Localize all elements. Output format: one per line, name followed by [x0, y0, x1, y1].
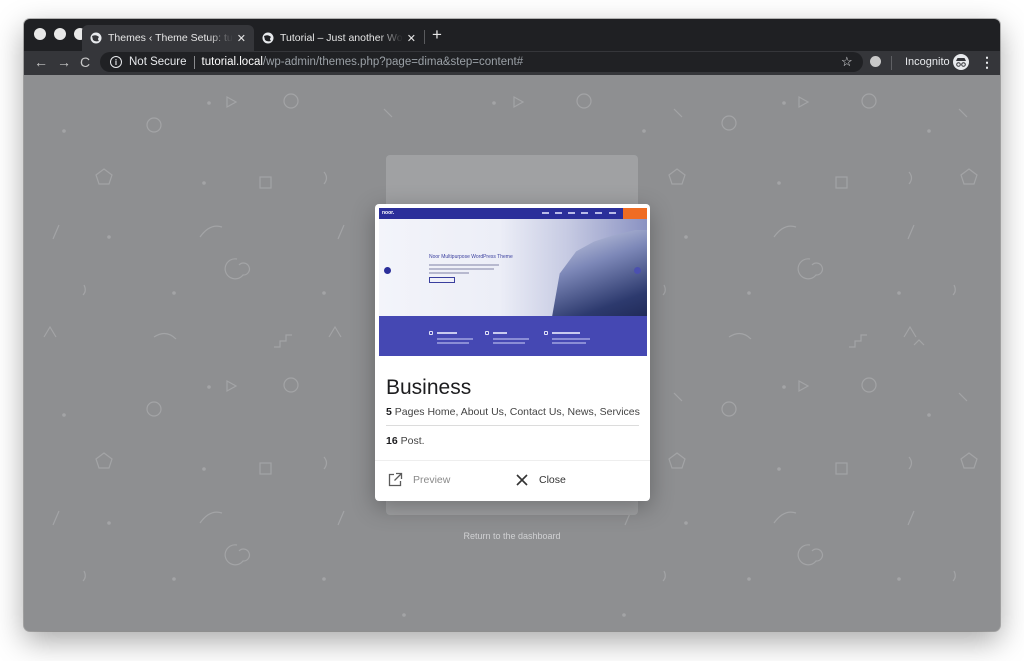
address-bar[interactable]: i Not Secure tutorial.local/wp-admin/the…: [100, 52, 863, 72]
bookmark-star-icon[interactable]: ☆: [841, 54, 853, 70]
forward-arrow-icon[interactable]: →: [57, 53, 71, 71]
minimize-window-button[interactable]: [54, 28, 66, 40]
preview-features-band: [379, 316, 647, 356]
incognito-icon[interactable]: [953, 54, 969, 70]
browser-window: Themes ‹ Theme Setup: tutorial ✕ Tutoria…: [24, 19, 1000, 631]
toolbar-separator: [891, 56, 892, 70]
tab-separator: [424, 30, 425, 44]
preview-label: Preview: [413, 474, 451, 486]
close-button[interactable]: Close: [515, 471, 566, 489]
preview-hero: Noor Multipurpose WordPress Theme: [379, 219, 647, 327]
reload-icon[interactable]: C: [80, 53, 90, 71]
close-tab-icon[interactable]: ✕: [407, 32, 416, 45]
info-icon[interactable]: i: [110, 56, 122, 68]
page-content: Return to the dashboard noor. Noor Multi…: [24, 75, 1000, 631]
url-host: tutorial.local: [201, 56, 263, 68]
close-tab-icon[interactable]: ✕: [237, 32, 246, 45]
tab-title: Tutorial – Just another WordPress: [280, 32, 403, 44]
incognito-label: Incognito: [905, 56, 950, 68]
preview-hero-button: [429, 277, 455, 283]
footer-divider: [375, 460, 650, 461]
posts-suffix: Post.: [397, 435, 425, 447]
preview-hero-photo: [550, 230, 647, 327]
window-controls: [34, 28, 86, 40]
preview-slider-dot: [634, 267, 641, 274]
security-indicator: Not Secure: [129, 56, 187, 68]
close-label: Close: [539, 474, 566, 486]
tab-tutorial[interactable]: Tutorial – Just another WordPress ✕: [254, 25, 424, 51]
tab-strip: Themes ‹ Theme Setup: tutorial ✕ Tutoria…: [24, 19, 1000, 51]
preview-navbar: noor.: [379, 208, 647, 219]
more-menu-icon[interactable]: ⋮: [980, 54, 994, 70]
theme-preview-image: noor. Noor Multipurpose WordPress Theme: [379, 208, 647, 356]
globe-icon: [90, 32, 102, 44]
close-icon: [516, 474, 528, 486]
extension-icon[interactable]: [870, 56, 881, 67]
new-tab-button[interactable]: +: [432, 25, 442, 45]
close-window-button[interactable]: [34, 28, 46, 40]
browser-toolbar: ← → C i Not Secure tutorial.local/wp-adm…: [24, 51, 1000, 75]
globe-icon: [262, 32, 274, 44]
url-separator: [193, 55, 195, 69]
external-link-icon: [388, 472, 403, 487]
preview-slider-dot: [384, 267, 391, 274]
pages-list: Pages Home, About Us, Contact Us, News, …: [391, 406, 640, 418]
theme-pages-info: 5 Pages Home, About Us, Contact Us, News…: [386, 406, 640, 418]
posts-count: 16: [386, 435, 398, 447]
preview-cta: [623, 208, 647, 219]
theme-posts-info: 16 Post.: [386, 435, 425, 447]
back-arrow-icon[interactable]: ←: [34, 53, 48, 71]
info-divider: [386, 425, 639, 426]
preview-hero-title: Noor Multipurpose WordPress Theme: [429, 254, 513, 260]
url-path: /wp-admin/themes.php?page=dima&step=cont…: [262, 56, 524, 68]
tab-theme-setup[interactable]: Themes ‹ Theme Setup: tutorial ✕: [82, 25, 254, 51]
tab-title: Themes ‹ Theme Setup: tutorial: [108, 32, 233, 44]
theme-name: Business: [386, 376, 472, 399]
preview-logo: noor.: [382, 210, 395, 216]
preview-button[interactable]: Preview: [387, 471, 450, 489]
theme-demo-modal: noor. Noor Multipurpose WordPress Theme: [375, 204, 650, 501]
return-dashboard-link[interactable]: Return to the dashboard: [386, 531, 638, 541]
